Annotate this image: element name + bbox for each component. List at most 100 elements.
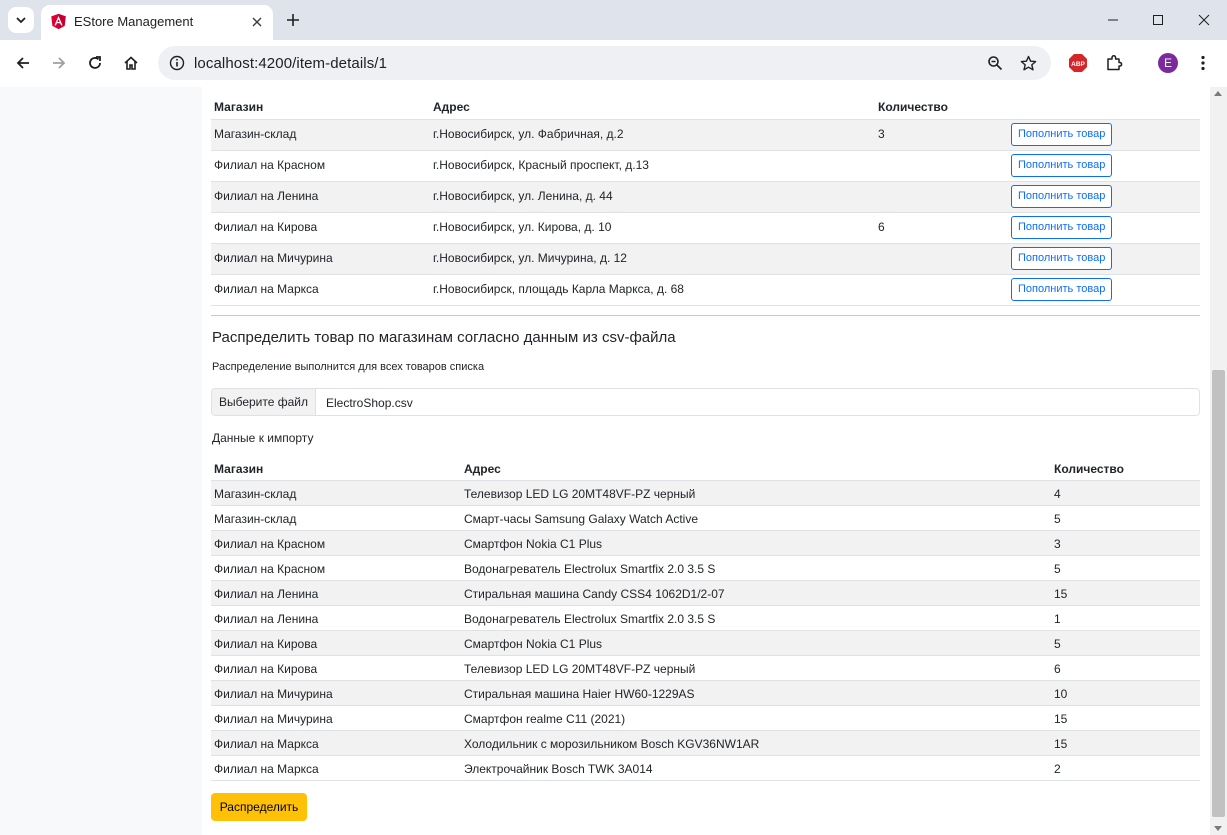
table-row: Филиал на Мичурина Стиральная машина Haie…: [211, 680, 1200, 705]
quantity-cell: 5: [1054, 561, 1061, 576]
address-cell: г.Новосибирск, Красный проспект, д.13: [433, 157, 649, 172]
quantity-cell: 15: [1054, 711, 1068, 726]
tab-title: EStore Management: [74, 14, 194, 29]
quantity-cell: 15: [1054, 586, 1068, 601]
table-row: Филиал на Ленина Водонагреватель Electrol…: [211, 605, 1200, 630]
address-cell: Смартфон realme C11 (2021): [464, 711, 626, 726]
adblock-icon[interactable]: ABP: [1068, 53, 1088, 73]
quantity-cell: 2: [1054, 761, 1061, 776]
action-cell: Пополнить товар: [1008, 150, 1200, 181]
store-cell: Филиал на Марксa: [214, 281, 319, 296]
page-scrollbar[interactable]: [1210, 87, 1227, 835]
choose-file-button[interactable]: Выберите файл: [212, 389, 316, 415]
refill-button[interactable]: Пополнить товар: [1011, 122, 1113, 146]
column-header-store: Магазин: [211, 93, 430, 120]
menu-icon[interactable]: [1192, 52, 1214, 74]
store-cell: Филиал на Кирова: [214, 636, 318, 651]
table-row: Филиал на Кирова Смартфон Nokia C1 Plus 5: [211, 630, 1200, 655]
store-cell: Магазин-склад: [214, 126, 297, 141]
store-cell: Филиал на Красном: [214, 157, 326, 172]
distribution-note: Распределение выполнится для всех товаро…: [212, 361, 485, 373]
refill-button[interactable]: Пополнить товар: [1011, 153, 1113, 177]
store-cell: Филиал на Красном: [214, 536, 326, 551]
site-info-icon[interactable]: [165, 51, 189, 75]
plus-icon[interactable]: [283, 10, 303, 30]
quantity-cell: [875, 243, 1008, 274]
store-cell: Филиал на Мичурина: [214, 686, 333, 701]
tab-search-icon[interactable]: [8, 7, 34, 33]
quantity-cell: 3: [878, 126, 885, 141]
refill-button[interactable]: Пополнить товар: [1011, 184, 1113, 208]
zoom-icon[interactable]: [984, 52, 1006, 74]
page-viewport: Магазин Адрес Количество Магазин-склад г.…: [0, 87, 1227, 835]
store-cell: Филиал на Мичурина: [214, 250, 333, 265]
import-data-label: Данные к импорту: [212, 431, 314, 445]
reload-icon[interactable]: [84, 52, 106, 74]
import-data-table: Магазин Адрес Количество Магазин-склад Те…: [211, 454, 1200, 781]
address-bar[interactable]: localhost:4200/item-details/1: [158, 46, 1051, 80]
profile-avatar[interactable]: E: [1158, 53, 1178, 73]
column-header-quantity: Количество: [875, 93, 1008, 120]
column-header-quantity: Количество: [1051, 454, 1200, 481]
quantity-cell: [875, 150, 1008, 181]
distribute-button[interactable]: Распределить: [211, 793, 307, 821]
table-row: Филиал на Красном Водонагреватель Electro…: [211, 555, 1200, 580]
quantity-cell: 5: [1054, 511, 1061, 526]
quantity-cell: [875, 181, 1008, 212]
table-row: Филиал на Красном г.Новосибирск, Красный …: [211, 150, 1200, 181]
column-header-address: Адрес: [430, 93, 875, 120]
column-header-action: [1008, 93, 1200, 120]
extensions-icon[interactable]: [1103, 52, 1125, 74]
refill-button[interactable]: Пополнить товар: [1011, 277, 1113, 301]
close-icon[interactable]: [248, 13, 266, 31]
address-cell: Электрочайник Bosch TWK 3A014: [464, 761, 653, 776]
table-row: Филиал на Ленина Стиральная машина Candy …: [211, 580, 1200, 605]
maximize-icon[interactable]: [1148, 10, 1168, 30]
table-row: Филиал на Ленина г.Новосибирск, ул. Ленин…: [211, 181, 1200, 212]
section-divider: [211, 315, 1200, 316]
quantity-cell: 15: [1054, 736, 1068, 751]
scroll-down-arrow-icon[interactable]: [1214, 826, 1222, 831]
refill-button[interactable]: Пополнить товар: [1011, 215, 1113, 239]
store-cell: Филиал на Маркса: [214, 761, 319, 776]
table-row: Филиал на Маркса Электрочайник Bosch TWK …: [211, 755, 1200, 780]
action-cell: Пополнить товар: [1008, 243, 1200, 274]
table-row: Магазин-склад Телевизор LED LG 20MT48VF-P…: [211, 480, 1200, 505]
store-cell: Филиал на Кирова: [214, 661, 318, 676]
action-cell: Пополнить товар: [1008, 212, 1200, 243]
store-cell: Филиал на Ленина: [214, 586, 319, 601]
address-cell: Телевизор LED LG 20MT48VF-PZ черный: [464, 661, 696, 676]
address-cell: Смартфон Nokia C1 Plus: [464, 636, 603, 651]
action-cell: Пополнить товар: [1008, 119, 1200, 150]
selected-file-name: ElectroShop.csv: [326, 396, 413, 410]
window-close-icon[interactable]: [1194, 10, 1214, 30]
table-header-row: Магазин Адрес Количество: [211, 454, 1200, 481]
main-content: Магазин Адрес Количество Магазин-склад г.…: [202, 87, 1210, 835]
store-cell: Магазин-склад: [214, 486, 297, 501]
table-row: Филиал на Кирова Телевизор LED LG 20MT48V…: [211, 655, 1200, 680]
url-text[interactable]: localhost:4200/item-details/1: [194, 55, 387, 72]
scrollbar-thumb[interactable]: [1212, 370, 1225, 817]
table-row: Филиал на Красном Смартфон Nokia C1 Plus 3: [211, 530, 1200, 555]
address-cell: Смарт-часы Samsung Galaxy Watch Active: [464, 511, 698, 526]
address-cell: Водонагреватель Electrolux Smartfix 2.0 …: [464, 611, 716, 626]
forward-icon[interactable]: [48, 52, 70, 74]
back-icon[interactable]: [12, 52, 34, 74]
distribution-title: Распределить товар по магазинам согласно…: [212, 329, 676, 346]
star-icon[interactable]: [1017, 52, 1039, 74]
store-cell: Филиал на Ленина: [214, 188, 319, 203]
quantity-cell: 10: [1054, 686, 1068, 701]
browser-tabstrip: EStore Management: [0, 0, 1227, 40]
table-row: Магазин-склад Смарт-часы Samsung Galaxy W…: [211, 505, 1200, 530]
quantity-cell: 6: [1054, 661, 1061, 676]
home-icon[interactable]: [120, 52, 142, 74]
refill-button[interactable]: Пополнить товар: [1011, 246, 1113, 270]
minimize-icon[interactable]: [1103, 10, 1123, 30]
angular-favicon: [51, 13, 66, 30]
csv-file-input[interactable]: Выберите файл ElectroShop.csv: [211, 388, 1200, 416]
browser-tab[interactable]: EStore Management: [41, 5, 273, 40]
quantity-cell: 3: [1054, 536, 1061, 551]
address-cell: Холодильник с морозильником Bosch KGV36N…: [464, 736, 760, 751]
address-cell: Смартфон Nokia C1 Plus: [464, 536, 603, 551]
scroll-up-arrow-icon[interactable]: [1214, 91, 1222, 96]
